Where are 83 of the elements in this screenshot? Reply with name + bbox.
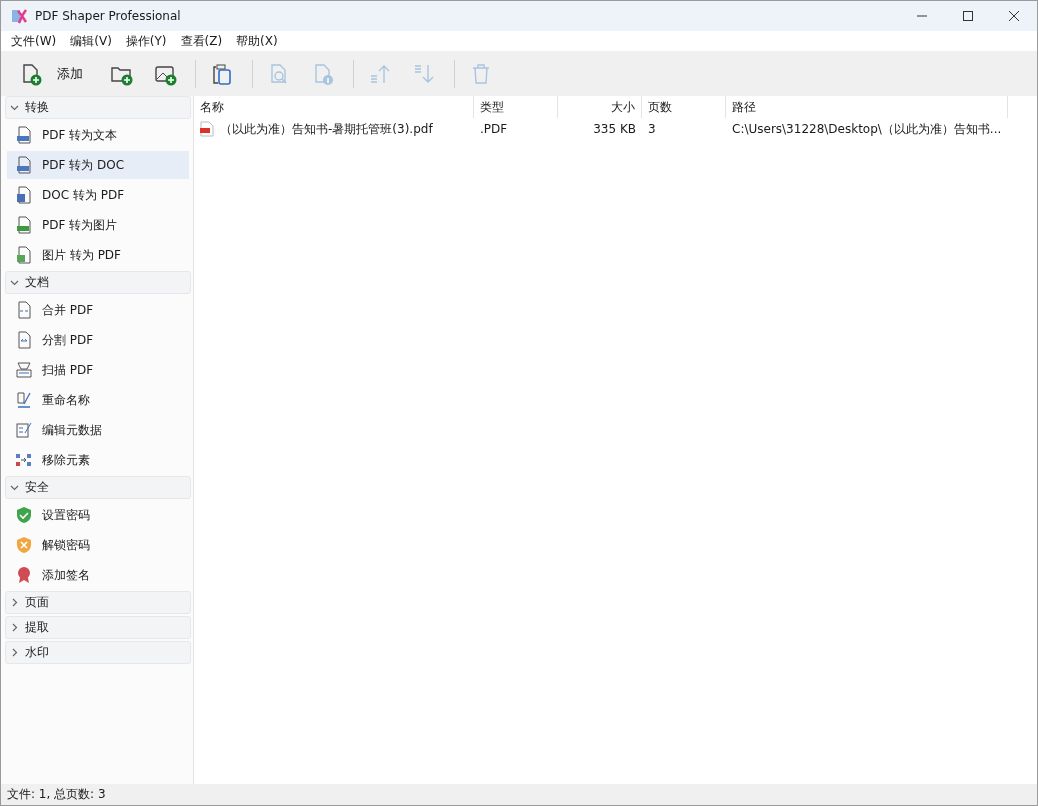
- menu-item[interactable]: 文件(W): [11, 32, 57, 50]
- chevron-right-icon[interactable]: [10, 598, 19, 607]
- pdf-file-icon: [200, 121, 214, 137]
- sidebar-item[interactable]: 解锁密码: [7, 531, 189, 559]
- split-icon: [15, 331, 33, 349]
- group-title: 转换: [25, 99, 49, 116]
- sidebar-item[interactable]: 图片 转为 PDF: [7, 241, 189, 269]
- chevron-right-icon[interactable]: [10, 623, 19, 632]
- table-cell-text: .PDF: [479, 122, 509, 136]
- sidebar-item[interactable]: 扫描 PDF: [7, 356, 189, 384]
- column-header[interactable]: 路径: [726, 96, 1008, 118]
- shield-check-icon: [15, 506, 33, 524]
- remove-elements-icon: [15, 451, 33, 469]
- word-file-icon: [15, 186, 33, 204]
- sidebar-item[interactable]: PDF 转为文本: [7, 121, 189, 149]
- sidebar-item-label: PDF 转为图片: [42, 216, 118, 234]
- window-title: PDF Shaper Professional: [35, 9, 182, 23]
- table-cell-text: C:\Users\31228\Desktop\（以此为准）告知书...: [731, 120, 1003, 138]
- sidebar-item-label: 解锁密码: [42, 536, 90, 554]
- scanner-icon: [15, 361, 33, 379]
- group-title: 提取: [25, 619, 49, 636]
- shield-cross-icon: [15, 536, 33, 554]
- table-cell-text: 335 KB: [592, 122, 637, 136]
- column-header[interactable]: 类型: [474, 96, 558, 118]
- group-header[interactable]: 页面: [5, 591, 191, 614]
- sidebar-item[interactable]: PDF 转为 DOC: [7, 151, 189, 179]
- group-title: 文档: [25, 274, 49, 291]
- sidebar-item[interactable]: 设置密码: [7, 501, 189, 529]
- sidebar-item-label: 重命名称: [42, 391, 90, 409]
- sidebar-item[interactable]: 分割 PDF: [7, 326, 189, 354]
- sidebar-item-label: PDF 转为文本: [42, 126, 118, 144]
- sidebar-item-label: 编辑元数据: [42, 421, 102, 439]
- sidebar-item-label: 图片 转为 PDF: [42, 246, 121, 264]
- menu-item[interactable]: 帮助(X): [236, 32, 278, 50]
- sidebar-item[interactable]: DOC 转为 PDF: [7, 181, 189, 209]
- pen-document-icon: [15, 391, 33, 409]
- column-header[interactable]: 页数: [642, 96, 726, 118]
- group-header[interactable]: 水印: [5, 641, 191, 664]
- menu-item[interactable]: 查看(Z): [180, 32, 223, 50]
- group-header[interactable]: 提取: [5, 616, 191, 639]
- group-header[interactable]: 文档: [5, 271, 191, 294]
- sidebar-item-label: 合并 PDF: [42, 301, 94, 319]
- file-name: （以此为准）告知书-暑期托管班(3).pdf: [220, 120, 433, 138]
- merge-icon: [15, 301, 33, 319]
- group-title: 页面: [25, 594, 49, 611]
- sidebar-item[interactable]: 重命名称: [7, 386, 189, 414]
- app-logo-icon: [11, 8, 27, 24]
- chevron-down-icon[interactable]: [10, 483, 19, 492]
- txt-file-icon: [15, 126, 33, 144]
- image-file-icon: [15, 246, 33, 264]
- group-header[interactable]: 安全: [5, 476, 191, 499]
- sidebar-item[interactable]: PDF 转为图片: [7, 211, 189, 239]
- sidebar-item[interactable]: 合并 PDF: [7, 296, 189, 324]
- sidebar-item-label: 设置密码: [42, 506, 90, 524]
- maximize-icon[interactable]: [963, 11, 973, 21]
- table-cell-text: 3: [647, 122, 657, 136]
- column-header[interactable]: 名称: [194, 96, 474, 118]
- sidebar-item-label: DOC 转为 PDF: [42, 186, 125, 204]
- group-title: 水印: [25, 644, 49, 661]
- sidebar-item[interactable]: 移除元素: [7, 446, 189, 474]
- status-bar: 文件: 1, 总页数: 3: [1, 784, 1037, 805]
- clipboard-icon: [210, 61, 234, 86]
- chevron-down-icon[interactable]: [10, 103, 19, 112]
- group-header[interactable]: 转换: [5, 96, 191, 119]
- menu-item[interactable]: 编辑(V): [70, 32, 112, 50]
- doc-file-icon: [15, 156, 33, 174]
- sidebar-item[interactable]: 添加签名: [7, 561, 189, 589]
- toolbar-button[interactable]: 添加: [11, 55, 91, 92]
- sidebar-item-label: 添加签名: [42, 566, 90, 584]
- sidebar-item-label: 分割 PDF: [42, 331, 94, 349]
- close-icon[interactable]: [1009, 11, 1019, 21]
- sidebar-item-label: 移除元素: [42, 451, 90, 469]
- chevron-down-icon[interactable]: [10, 278, 19, 287]
- group-title: 安全: [25, 479, 49, 496]
- seal-icon: [15, 566, 33, 584]
- jpg-file-icon: [15, 216, 33, 234]
- sidebar-item[interactable]: 编辑元数据: [7, 416, 189, 444]
- menu-item[interactable]: 操作(Y): [125, 32, 167, 50]
- sidebar-item-label: PDF 转为 DOC: [42, 156, 125, 174]
- sidebar-item-label: 扫描 PDF: [42, 361, 94, 379]
- edit-list-icon: [15, 421, 33, 439]
- chevron-right-icon[interactable]: [10, 648, 19, 657]
- column-header[interactable]: 大小: [558, 96, 642, 118]
